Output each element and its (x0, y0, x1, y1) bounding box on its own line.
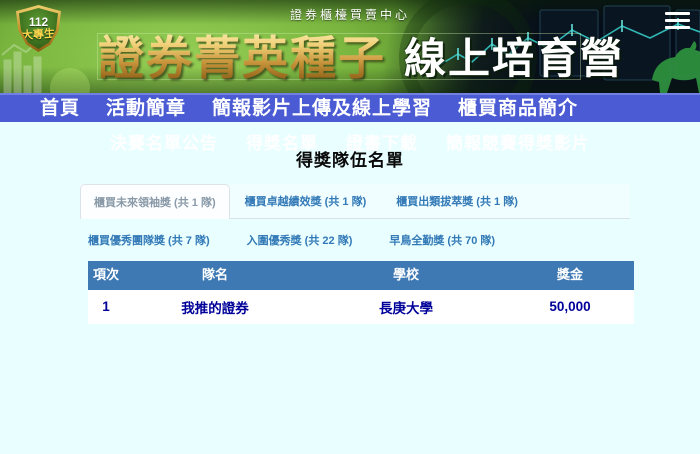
nav-item-home[interactable]: 首頁 (40, 99, 80, 118)
banner-title: 證券菁英種子 線上培育營 (98, 22, 624, 88)
table-header-row: 項次 隊名 學校 獎金 (88, 261, 634, 290)
badge-audience: 大專生 (22, 28, 56, 42)
col-header-prize: 獎金 (506, 261, 634, 290)
col-header-team: 隊名 (124, 261, 306, 290)
col-header-rank: 項次 (88, 261, 124, 290)
award-tabs-row1: 櫃買未來領袖獎 (共 1 隊) 櫃買卓越績效獎 (共 1 隊) 櫃買出類拔萃獎 … (80, 184, 630, 219)
table-row: 1 我推的證券 長庚大學 50,000 (88, 290, 634, 324)
content-area: 櫃買未來領袖獎 (共 1 隊) 櫃買卓越績效獎 (共 1 隊) 櫃買出類拔萃獎 … (0, 184, 700, 324)
menu-icon[interactable] (665, 12, 690, 29)
cell-team: 我推的證券 (124, 290, 306, 324)
org-name-calligraphy: 證券櫃檯買賣中心 (0, 6, 700, 23)
banner: 112 大專生 證券櫃檯買賣中心 證券菁英種子 線上培育營 (0, 0, 700, 93)
tab-future-leader-award[interactable]: 櫃買未來領袖獎 (共 1 隊) (80, 184, 230, 219)
nav-item-tpex-products[interactable]: 櫃買商品簡介 (458, 99, 578, 118)
nav-item-upload-learning[interactable]: 簡報影片上傳及線上學習 (212, 99, 432, 118)
tab-excellent-team-award[interactable]: 櫃買優秀團隊獎 (共 7 隊) (80, 224, 225, 256)
tab-shortlist-award[interactable]: 入圍優秀獎 (共 22 隊) (239, 224, 368, 256)
cell-prize: 50,000 (506, 290, 634, 324)
col-header-school: 學校 (306, 261, 506, 290)
tab-outstanding-award[interactable]: 櫃買出類拔萃獎 (共 1 隊) (381, 184, 533, 218)
page-title: 得獎隊伍名單 (0, 146, 700, 171)
winners-table: 項次 隊名 學校 獎金 1 我推的證券 長庚大學 50,000 (88, 261, 634, 324)
nav-item-brochure[interactable]: 活動簡章 (106, 99, 186, 118)
banner-title-gold: 證券菁英種子 (98, 22, 386, 88)
banner-title-white: 線上培育營 (404, 25, 624, 86)
tab-excellence-award[interactable]: 櫃買卓越績效獎 (共 1 隊) (230, 184, 382, 218)
cell-rank: 1 (88, 290, 124, 324)
tab-early-bird-award[interactable]: 早鳥全勤獎 (共 70 隊) (381, 224, 510, 256)
main-navbar: 首頁 活動簡章 簡報影片上傳及線上學習 櫃買商品簡介 (0, 93, 700, 122)
cell-school: 長庚大學 (306, 290, 506, 324)
award-tabs-row2: 櫃買優秀團隊獎 (共 7 隊) 入圍優秀獎 (共 22 隊) 早鳥全勤獎 (共 … (80, 224, 630, 256)
